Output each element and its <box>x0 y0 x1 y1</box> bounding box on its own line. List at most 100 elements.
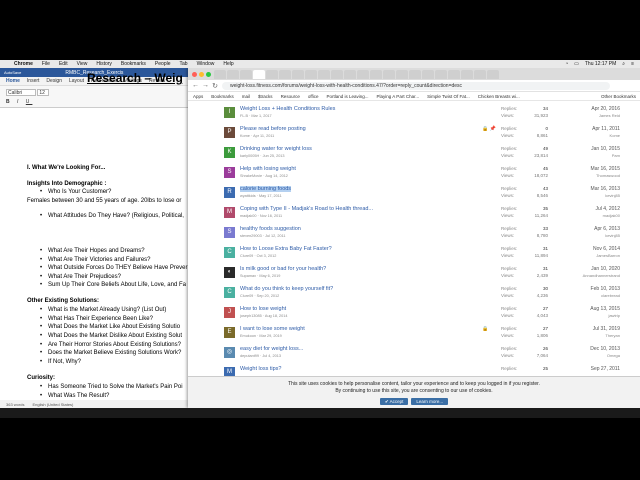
browser-tab[interactable] <box>422 69 434 79</box>
last-post-date[interactable]: Jan 10, 2015 <box>560 146 620 152</box>
menu-history[interactable]: History <box>96 61 112 67</box>
user-avatar[interactable]: E <box>224 327 235 338</box>
browser-tab[interactable] <box>266 69 278 79</box>
forward-icon[interactable]: → <box>202 82 209 89</box>
last-post-user[interactable]: kevinj85 <box>560 233 620 238</box>
user-avatar[interactable]: C <box>224 247 235 258</box>
last-post-user[interactable]: Kome <box>560 133 620 138</box>
last-post-date[interactable]: Aug 13, 2015 <box>560 306 620 312</box>
menu-bookmarks[interactable]: Bookmarks <box>121 61 146 67</box>
browser-tab[interactable] <box>344 69 356 79</box>
menu-chrome[interactable]: Chrome <box>14 61 33 67</box>
last-post-date[interactable]: Dec 10, 2013 <box>560 346 620 352</box>
browser-tab[interactable] <box>240 69 252 79</box>
thread-row[interactable]: P Please read before posting Kome · Apr 11… <box>188 125 640 145</box>
last-post-user[interactable]: Pam <box>560 153 620 158</box>
last-post-user[interactable]: jawtrip <box>560 313 620 318</box>
font-name-select[interactable]: Calibri <box>6 89 36 96</box>
thread-row[interactable]: M Coping with Type II - Madjak's Road to … <box>188 205 640 225</box>
thread-title-link[interactable]: calorie burning foods <box>240 186 292 192</box>
browser-tab[interactable] <box>435 69 447 79</box>
thread-row[interactable]: Shealthy foods suggestion steven29003 · J… <box>188 225 640 245</box>
user-avatar[interactable]: P <box>224 127 235 138</box>
menu-window[interactable]: Window <box>197 61 215 67</box>
browser-tab[interactable] <box>370 69 382 79</box>
reload-icon[interactable]: ↻ <box>212 82 218 90</box>
ribbon-tab-insert[interactable]: Insert <box>27 78 40 84</box>
address-bar[interactable]: weight-loss.fitness.com/forums/weight-lo… <box>222 81 610 90</box>
user-avatar[interactable]: M <box>224 207 235 218</box>
thread-title-link[interactable]: How to lose weight <box>240 306 286 312</box>
thread-title-link[interactable]: Drinking water for weight loss <box>240 146 312 152</box>
user-avatar[interactable]: ◎ <box>224 347 235 358</box>
bookmark-apps[interactable]: Apps <box>193 94 203 99</box>
browser-tab[interactable] <box>461 69 473 79</box>
last-post-user[interactable]: kevinj85 <box>560 193 620 198</box>
user-avatar[interactable]: S <box>224 167 235 178</box>
bookmark-item[interactable]: office <box>308 94 319 99</box>
menu-tab[interactable]: Tab <box>180 61 188 67</box>
browser-tab[interactable] <box>383 69 395 79</box>
thread-row[interactable]: K Drinking water for weight loss karly0005… <box>188 145 640 165</box>
last-post-user[interactable]: Annandhannerstrand <box>560 273 620 278</box>
thread-title-link[interactable]: Weight Loss + Health Conditions Rules <box>240 106 335 112</box>
user-avatar[interactable]: J <box>224 307 235 318</box>
user-avatar[interactable]: S <box>224 227 235 238</box>
autosave-label[interactable]: AutoSave <box>4 70 21 75</box>
wifi-icon[interactable]: ◔ <box>565 61 568 67</box>
browser-tab[interactable] <box>305 69 317 79</box>
last-post-date[interactable]: Jan 10, 2020 <box>560 266 620 272</box>
menu-list-icon[interactable]: ≡ <box>631 61 634 67</box>
last-post-user[interactable]: Omega <box>560 353 620 358</box>
font-size-select[interactable]: 12 <box>37 89 50 96</box>
ribbon-tab-home[interactable]: Home <box>6 78 20 84</box>
menubar-clock[interactable]: Thu 12:17 PM <box>585 61 616 67</box>
battery-icon[interactable]: ▭ <box>574 61 579 67</box>
last-post-user[interactable]: Thomaswood <box>560 173 620 178</box>
bookmark-item[interactable]: Resource <box>281 94 300 99</box>
thread-row[interactable]: C What do you think to keep yourself fit?… <box>188 285 640 305</box>
user-avatar[interactable]: R <box>224 187 235 198</box>
maximize-window-icon[interactable] <box>206 71 211 77</box>
thread-row[interactable]: ◐ Is milk good or bad for your health? Sup… <box>188 265 640 285</box>
bookmark-item[interactable]: Playing A Part Char... <box>377 94 420 99</box>
thread-title-link[interactable]: How to Loose Extra Baby Fat Faster? <box>240 246 332 252</box>
thread-title-link[interactable]: Coping with Type II - Madjak's Road to H… <box>240 206 373 212</box>
bookmark-item[interactable]: Portland is Leaving... <box>327 94 369 99</box>
ribbon-tab-layout[interactable]: Layout <box>69 78 84 84</box>
thread-title-link[interactable]: Is milk good or bad for your health? <box>240 266 326 272</box>
browser-tab[interactable] <box>318 69 330 79</box>
browser-tab[interactable] <box>396 69 408 79</box>
bookmark-item[interactable]: mail <box>242 94 250 99</box>
last-post-date[interactable]: Apr 20, 2016 <box>560 106 620 112</box>
bookmark-item[interactable]: $tracks <box>258 94 273 99</box>
browser-tab[interactable] <box>409 69 421 79</box>
browser-tab[interactable] <box>227 69 239 79</box>
last-post-date[interactable]: Apr 11, 2011 <box>560 126 620 132</box>
user-avatar[interactable]: K <box>224 147 235 158</box>
browser-tab[interactable] <box>474 69 486 79</box>
bookmark-item[interactable]: Chicken Breasts wi... <box>478 94 520 99</box>
learn-more-button[interactable]: Learn more... <box>411 398 449 405</box>
last-post-date[interactable]: Mar 16, 2015 <box>560 166 620 172</box>
last-post-date[interactable]: Mar 16, 2013 <box>560 186 620 192</box>
browser-tab[interactable] <box>279 69 291 79</box>
browser-tab[interactable] <box>487 69 499 79</box>
thread-title-link[interactable]: Help with losing weight <box>240 166 296 172</box>
user-avatar[interactable]: ◐ <box>224 267 235 278</box>
thread-title-link[interactable]: I want to lose some weight <box>240 326 305 332</box>
thread-row[interactable]: S Help with losing weight ShrakeMovie · Au… <box>188 165 640 185</box>
last-post-user[interactable]: madjak00 <box>560 213 620 218</box>
back-icon[interactable]: ← <box>192 82 199 89</box>
last-post-date[interactable]: Jul 31, 2019 <box>560 326 620 332</box>
bookmark-item[interactable]: Simple Twist Of Fat... <box>427 94 470 99</box>
browser-tab[interactable] <box>331 69 343 79</box>
search-icon[interactable]: ⌕ <box>622 61 625 67</box>
thread-row[interactable]: J How to lose weight joseph13085 · Aug 18,… <box>188 305 640 325</box>
last-post-date[interactable]: Jul 4, 2012 <box>560 206 620 212</box>
language-status[interactable]: English (United States) <box>32 402 73 407</box>
last-post-user[interactable]: Theryan <box>560 333 620 338</box>
bookmark-item[interactable]: Bookmarks <box>211 94 234 99</box>
browser-tab[interactable] <box>253 69 265 79</box>
user-avatar[interactable]: I <box>224 107 235 118</box>
